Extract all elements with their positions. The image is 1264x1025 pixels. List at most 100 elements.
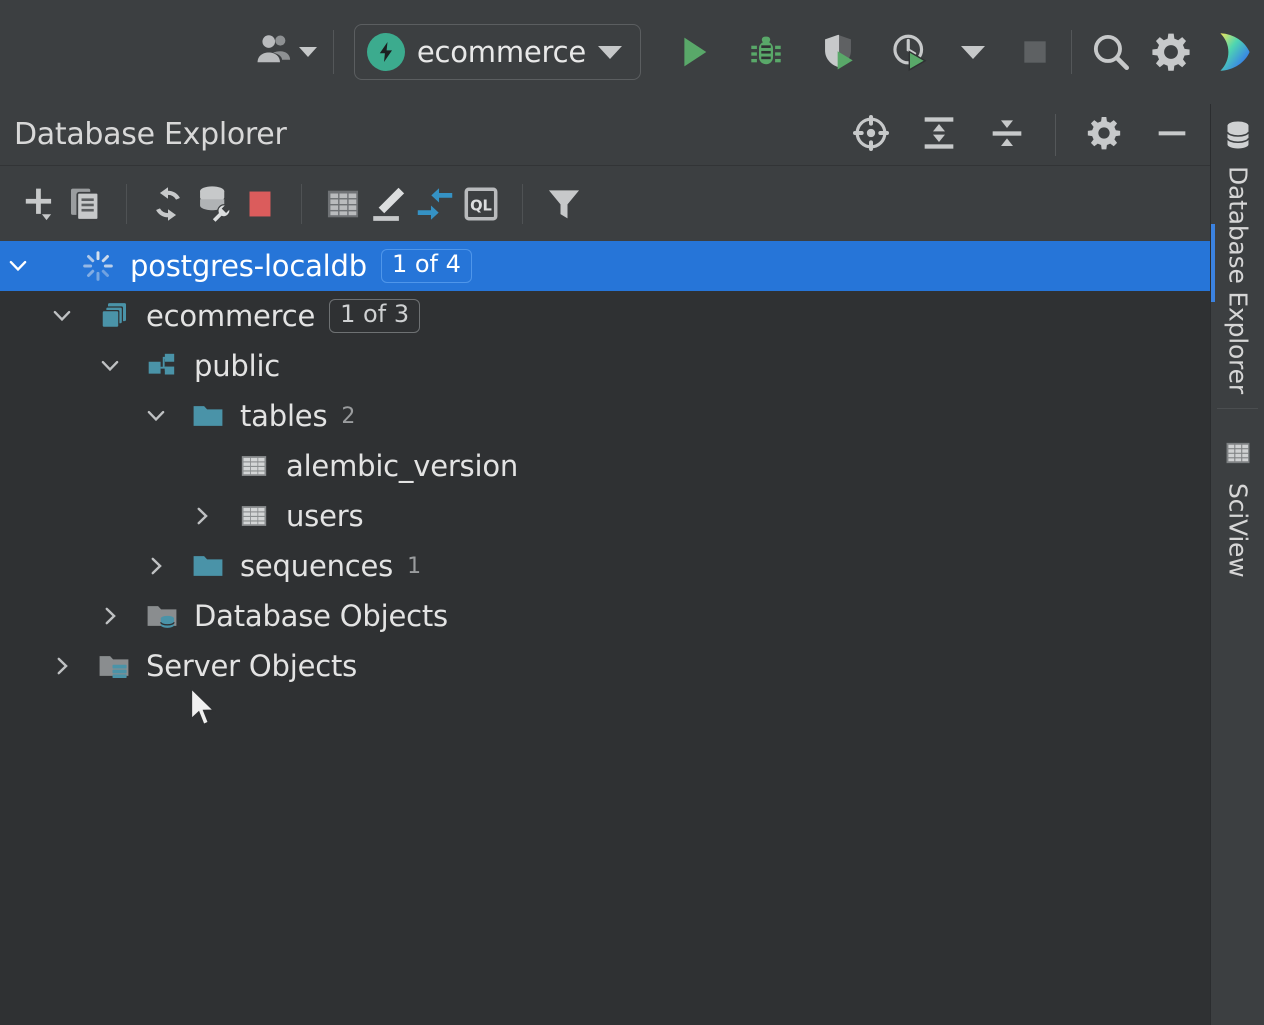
toolbar-separator-2: [301, 184, 302, 224]
database-explorer-toolbar: QL: [0, 166, 1210, 241]
toolbar-separator: [126, 184, 127, 224]
search-everywhere-button[interactable]: [1088, 29, 1134, 75]
ai-assistant-icon: [1208, 28, 1256, 76]
profiler-clock-play-icon: [889, 31, 931, 73]
chevron-down-icon[interactable]: [142, 402, 170, 430]
profile-dropdown[interactable]: [961, 46, 985, 59]
tree-row-users[interactable]: users: [0, 491, 1210, 541]
jump-to-button[interactable]: [412, 181, 458, 227]
minimize-dash-icon: [1152, 113, 1192, 153]
database-stack-icon: [94, 298, 134, 334]
svg-text:QL: QL: [470, 197, 492, 214]
tree-item-label: Database Objects: [194, 599, 448, 633]
run-configuration-selector[interactable]: ecommerce: [354, 24, 641, 80]
filter-button[interactable]: [541, 181, 587, 227]
mouse-cursor: [188, 687, 222, 735]
data-editor-button[interactable]: [320, 181, 366, 227]
database-tree[interactable]: postgres-localdb 1 of 4 ecommerce 1 of 3: [0, 241, 1210, 1025]
hide-button[interactable]: [1152, 113, 1192, 157]
modify-object-button[interactable]: [366, 181, 412, 227]
stripe-item-label: Database Explorer: [1224, 166, 1253, 394]
new-button[interactable]: [16, 181, 62, 227]
database-tools-button[interactable]: [191, 181, 237, 227]
chevron-down-icon[interactable]: [96, 352, 124, 380]
tree-row-server-objects[interactable]: Server Objects: [0, 641, 1210, 691]
scroll-from-source-button[interactable]: [851, 113, 891, 157]
database-explorer-header-actions: [851, 113, 1210, 157]
chevron-down-icon[interactable]: [4, 252, 32, 280]
sync-arrows-icon: [413, 182, 457, 226]
tree-item-count: 2: [341, 404, 355, 429]
refresh-button[interactable]: [145, 181, 191, 227]
folder-server-icon: [94, 648, 134, 684]
tree-item-label: Server Objects: [146, 649, 357, 683]
gear-icon: [1148, 29, 1194, 75]
tree-row-alembic_version[interactable]: alembic_version: [0, 441, 1210, 491]
tree-item-count: 1: [407, 554, 421, 579]
coverage-shield-play-icon: [817, 31, 859, 73]
ql-console-icon: QL: [460, 183, 502, 225]
tree-row-ecommerce[interactable]: ecommerce 1 of 3: [0, 291, 1210, 341]
folder-teal-icon: [188, 398, 228, 434]
run-play-icon: [673, 31, 715, 73]
debug-bug-icon: [745, 31, 787, 73]
stripe-item-sciview[interactable]: SciView: [1211, 423, 1264, 578]
run-with-coverage-button[interactable]: [817, 31, 859, 73]
chevron-down-icon[interactable]: [961, 46, 985, 59]
loading-spinner-icon: [78, 249, 118, 283]
tree-item-badge: 1 of 3: [329, 299, 420, 333]
chevron-down-icon[interactable]: [48, 302, 76, 330]
toolbar-separator-1: [333, 30, 334, 74]
profile-switcher[interactable]: [253, 29, 317, 75]
gear-icon: [1084, 113, 1124, 153]
stripe-separator: [1217, 408, 1258, 409]
refresh-arrows-icon: [147, 183, 189, 225]
chevron-right-icon[interactable]: [142, 552, 170, 580]
table-icon: [234, 449, 274, 483]
chevron-down-icon[interactable]: [598, 46, 622, 59]
chevron-right-icon[interactable]: [96, 602, 124, 630]
tree-item-label: postgres-localdb: [130, 249, 367, 283]
stop-button[interactable]: [237, 181, 283, 227]
crosshair-target-icon: [851, 113, 891, 153]
debug-button[interactable]: [745, 31, 787, 73]
toolbar-separator-2: [1071, 30, 1072, 74]
people-icon: [253, 29, 295, 75]
tree-row-sequences[interactable]: sequences 1: [0, 541, 1210, 591]
tree-row-tables[interactable]: tables 2: [0, 391, 1210, 441]
stripe-item-database-explorer[interactable]: Database Explorer: [1211, 104, 1264, 394]
database-cylinder-icon: [1221, 118, 1255, 156]
tree-item-label: tables: [240, 399, 327, 433]
settings-button[interactable]: [1148, 29, 1194, 75]
stop-square-icon: [1015, 32, 1055, 72]
options-button[interactable]: [1084, 113, 1124, 157]
duplicate-button[interactable]: [62, 181, 108, 227]
tree-row-database-objects[interactable]: Database Objects: [0, 591, 1210, 641]
query-console-button[interactable]: QL: [458, 181, 504, 227]
table-icon: [234, 499, 274, 533]
grid-table-icon: [1222, 437, 1254, 473]
run-button[interactable]: [673, 31, 715, 73]
database-explorer-header: Database Explorer: [0, 104, 1210, 166]
chevron-right-icon[interactable]: [188, 502, 216, 530]
database-wrench-icon: [192, 182, 236, 226]
profile-button[interactable]: [889, 31, 931, 73]
folder-database-icon: [142, 598, 182, 634]
table-grid-icon: [322, 183, 364, 225]
tree-row-postgres-localdb[interactable]: postgres-localdb 1 of 4: [0, 241, 1210, 291]
funnel-filter-icon: [543, 183, 585, 225]
lightning-bolt-icon: [367, 33, 405, 71]
tree-item-label: sequences: [240, 549, 393, 583]
tree-item-badge: 1 of 4: [381, 249, 472, 283]
run-actions-group: [673, 31, 1055, 73]
chevron-right-icon[interactable]: [48, 652, 76, 680]
expand-all-button[interactable]: [919, 113, 959, 157]
stop-button[interactable]: [1015, 32, 1055, 72]
tree-item-label: ecommerce: [146, 299, 315, 333]
chevron-down-icon[interactable]: [299, 47, 317, 57]
right-tool-stripe: Database Explorer SciView: [1210, 104, 1264, 1025]
stop-square-red-icon: [243, 187, 277, 221]
ai-assistant-button[interactable]: [1208, 28, 1256, 76]
collapse-all-button[interactable]: [987, 113, 1027, 157]
tree-row-public[interactable]: public: [0, 341, 1210, 391]
